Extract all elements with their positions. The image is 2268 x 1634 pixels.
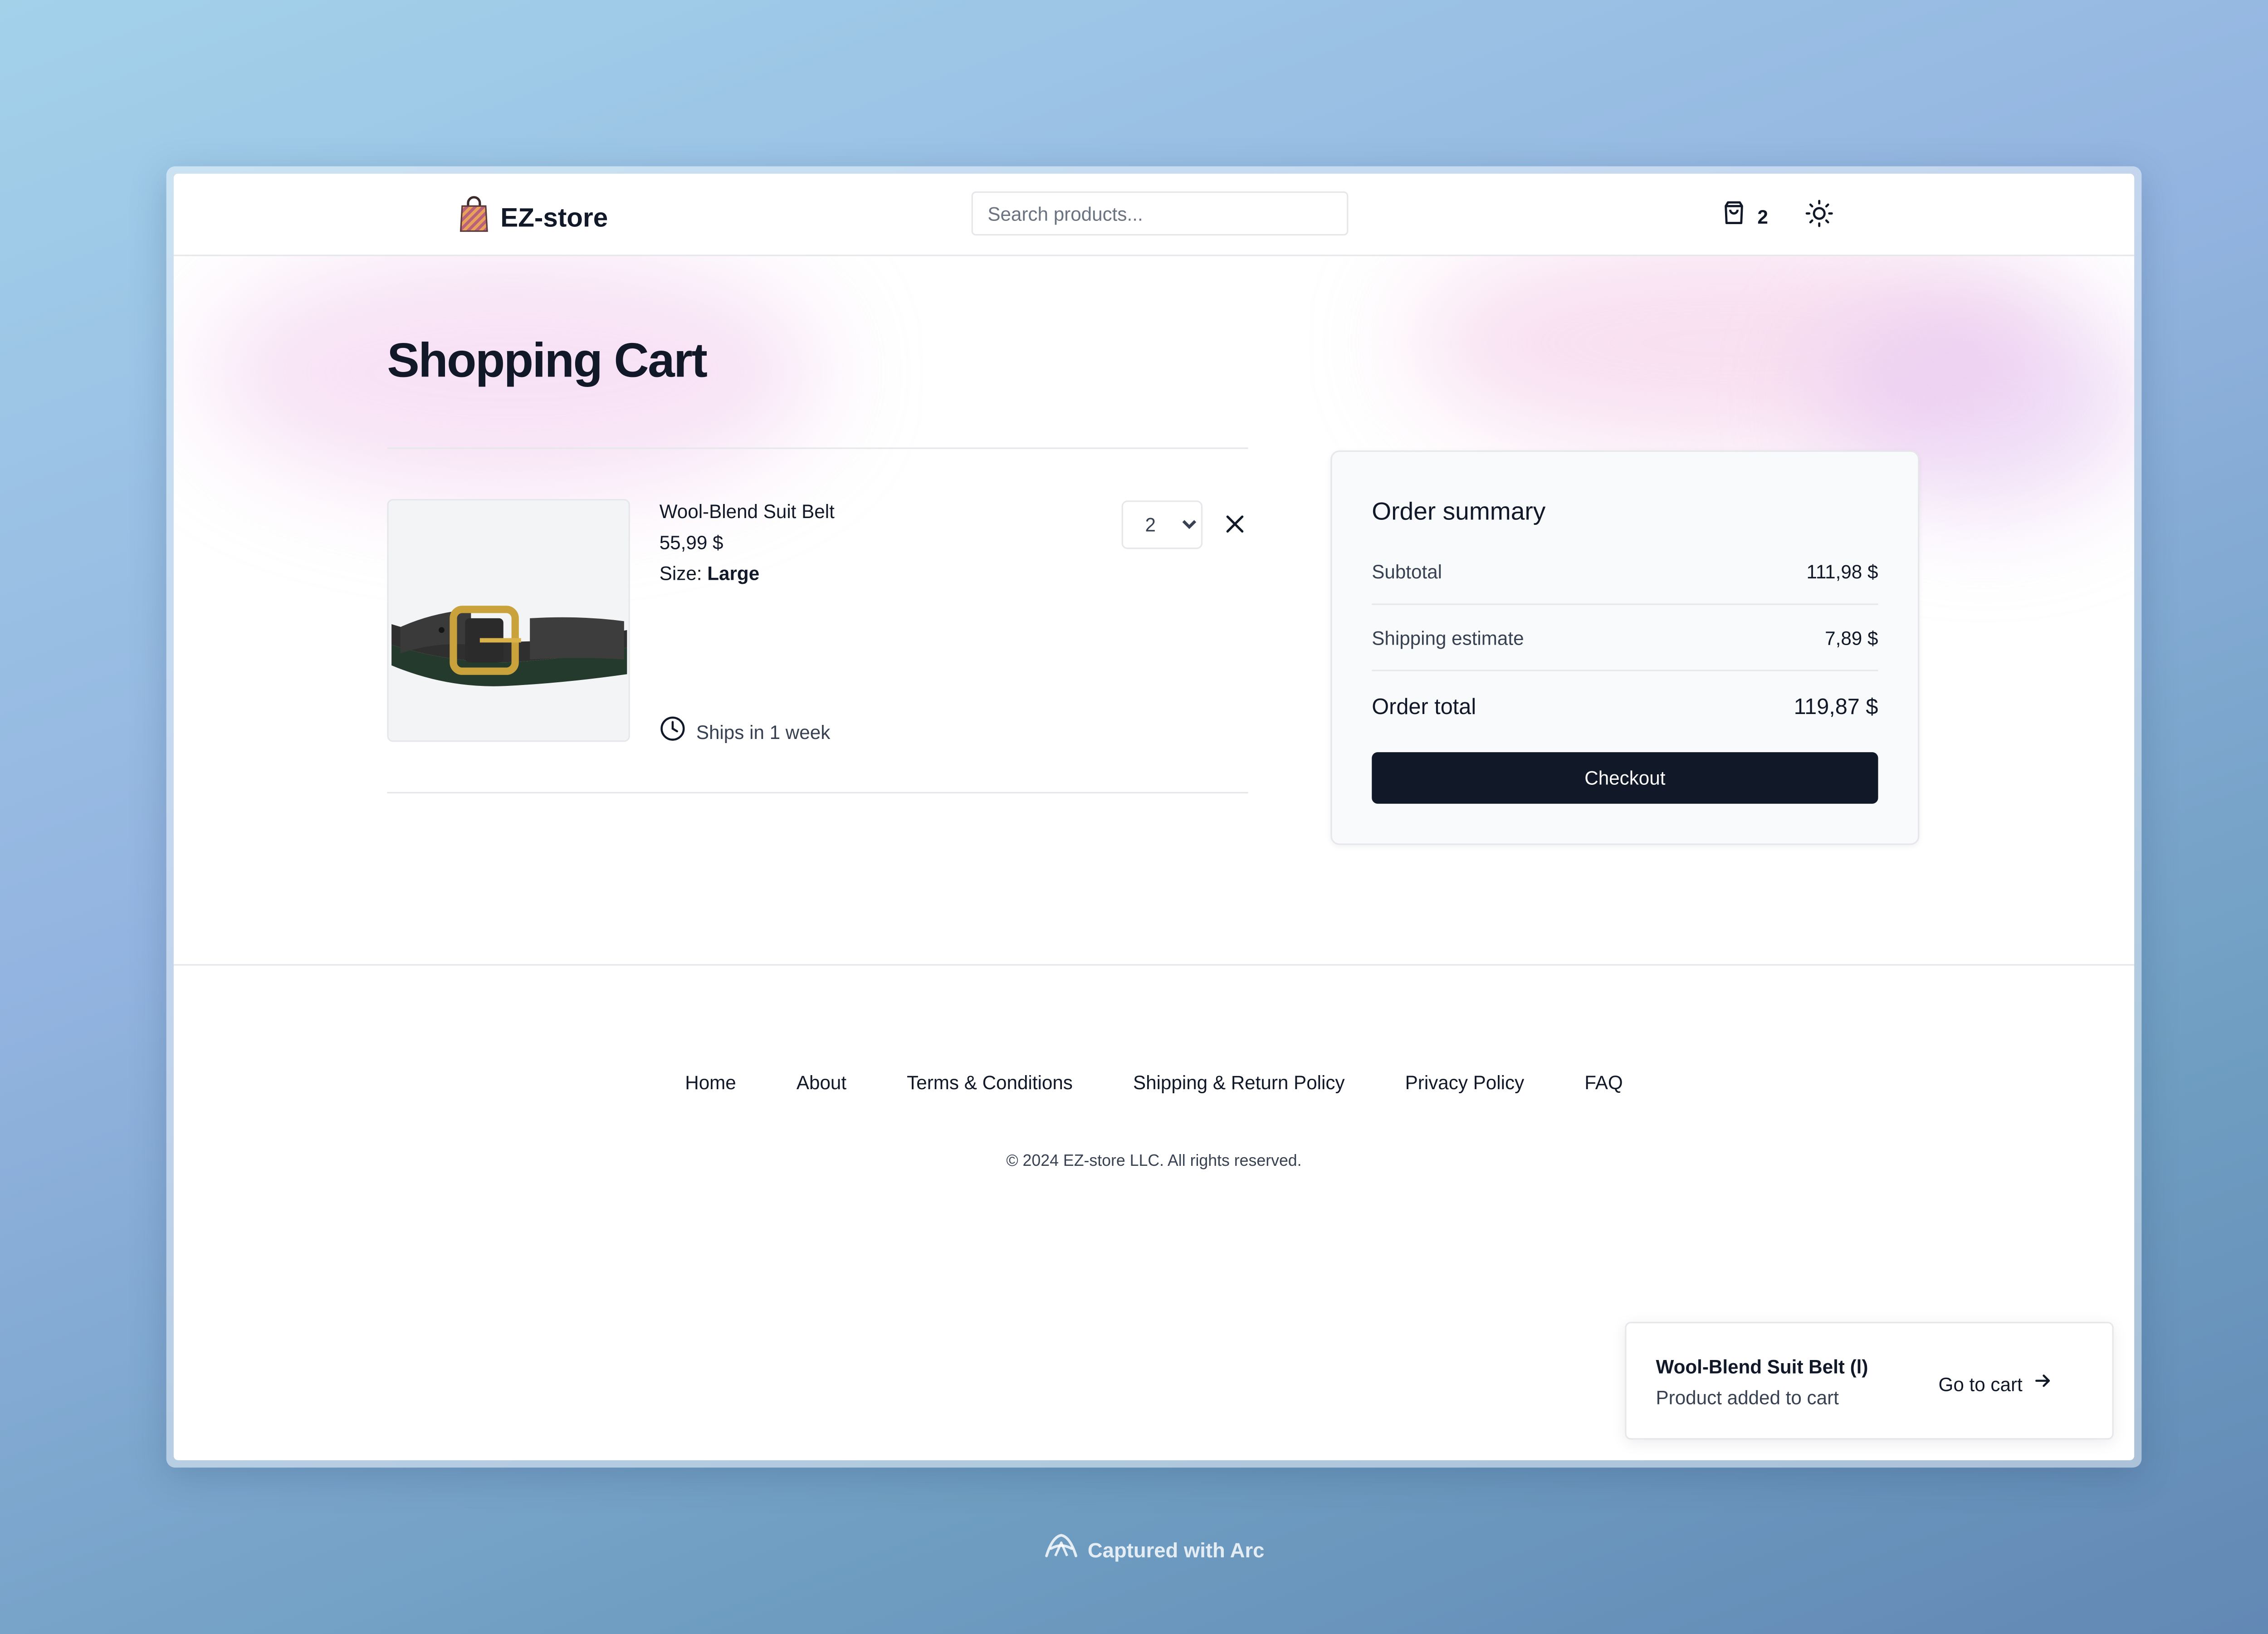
order-total-row: Order total 119,87 $	[1372, 695, 1878, 720]
checkout-button[interactable]: Checkout	[1372, 752, 1878, 804]
cart-count-badge: 2	[1757, 205, 1768, 228]
store-name: EZ-store	[500, 202, 608, 232]
site-header: EZ-store 2	[173, 173, 2135, 256]
screenshot-canvas: EZ-store 2	[0, 0, 2268, 1634]
theme-toggle-button[interactable]	[1804, 199, 1834, 235]
footer-link-shipping-return[interactable]: Shipping & Return Policy	[1133, 1071, 1345, 1094]
subtotal-label: Subtotal	[1372, 561, 1442, 583]
shipping-label: Shipping estimate	[1372, 627, 1524, 650]
order-total-value: 119,87 $	[1794, 695, 1878, 720]
subtotal-row: Subtotal 111,98 $	[1372, 561, 1878, 583]
product-price: 55,99 $	[659, 531, 723, 554]
shipping-note-text: Ships in 1 week	[696, 721, 831, 744]
product-name[interactable]: Wool-Blend Suit Belt	[660, 500, 835, 523]
go-to-cart-button[interactable]: Go to cart	[1939, 1370, 2052, 1397]
belt-image	[388, 500, 629, 741]
toast-message: Product added to cart	[1656, 1386, 1839, 1409]
footer-link-home[interactable]: Home	[685, 1071, 736, 1094]
store-logo[interactable]: EZ-store	[459, 196, 608, 240]
footer-link-privacy[interactable]: Privacy Policy	[1405, 1071, 1525, 1094]
copyright-text: © 2024 EZ-store LLC. All rights reserved…	[1006, 1152, 1302, 1170]
search-input[interactable]	[971, 191, 1349, 236]
arc-logo-icon	[1044, 1531, 1079, 1568]
clock-icon	[660, 715, 686, 749]
shopping-bag-logo-icon	[459, 196, 489, 240]
divider	[1372, 670, 1878, 671]
go-to-cart-label: Go to cart	[1938, 1372, 2023, 1395]
arrow-right-icon	[2034, 1370, 2052, 1397]
sun-icon	[1804, 200, 1834, 234]
footer-link-terms[interactable]: Terms & Conditions	[907, 1071, 1073, 1094]
order-total-label: Order total	[1372, 695, 1476, 720]
remove-item-button[interactable]	[1225, 514, 1245, 542]
divider	[387, 792, 1248, 794]
footer-nav: Home About Terms & Conditions Shipping &…	[174, 1071, 2134, 1094]
product-size: Size: Large	[660, 563, 759, 585]
size-value: Large	[707, 562, 760, 585]
subtotal-value: 111,98 $	[1806, 561, 1878, 583]
cart-button[interactable]: 2	[1722, 200, 1768, 232]
page-title: Shopping Cart	[387, 333, 707, 387]
shopping-bag-icon	[1722, 200, 1746, 232]
close-icon	[1225, 515, 1245, 540]
divider	[1372, 603, 1878, 605]
footer-link-faq[interactable]: FAQ	[1584, 1071, 1623, 1094]
order-summary: Order summary Subtotal 111,98 $ Shipping…	[1330, 450, 1920, 845]
shipping-note: Ships in 1 week	[660, 715, 831, 749]
product-image[interactable]	[387, 499, 630, 742]
shipping-row: Shipping estimate 7,89 $	[1372, 627, 1878, 649]
quantity-select[interactable]: 2	[1121, 500, 1203, 549]
size-label: Size:	[659, 562, 702, 585]
capture-watermark: Captured with Arc	[0, 1531, 2268, 1568]
footer-link-about[interactable]: About	[797, 1071, 846, 1094]
added-to-cart-toast: Wool-Blend Suit Belt (l) Product added t…	[1625, 1321, 2114, 1440]
shipping-value: 7,89 $	[1825, 627, 1878, 650]
browser-window: EZ-store 2	[173, 173, 2135, 1460]
footer-divider	[173, 964, 2135, 966]
divider	[387, 447, 1248, 449]
toast-title: Wool-Blend Suit Belt (l)	[1656, 1355, 1868, 1378]
capture-label: Captured with Arc	[1087, 1537, 1265, 1561]
order-summary-title: Order summary	[1372, 497, 1546, 526]
